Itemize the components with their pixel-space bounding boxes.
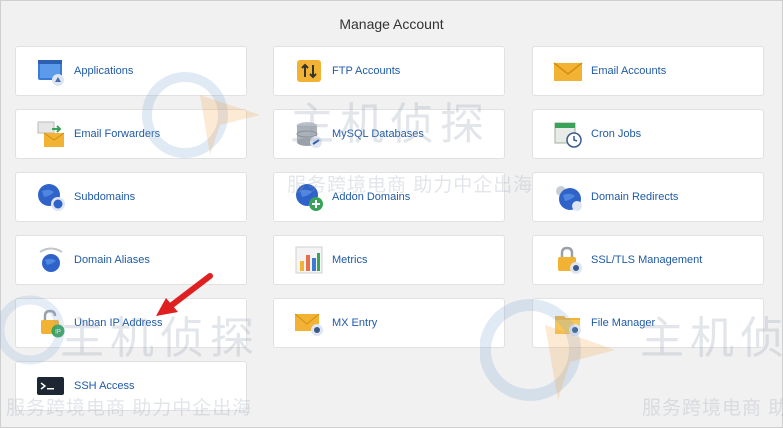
addon-domains-icon xyxy=(294,182,324,212)
subdomains-icon xyxy=(36,182,66,212)
tile-metrics[interactable]: Metrics xyxy=(273,235,505,285)
tile-file-manager[interactable]: File Manager xyxy=(532,298,764,348)
tile-label: SSH Access xyxy=(74,380,135,392)
file-manager-icon xyxy=(553,308,583,338)
tile-label: FTP Accounts xyxy=(332,65,401,77)
tile-subdomains[interactable]: Subdomains xyxy=(15,172,247,222)
ssl-tls-icon xyxy=(553,245,583,275)
tile-label: Cron Jobs xyxy=(591,128,642,140)
tile-ftp-accounts[interactable]: FTP Accounts xyxy=(273,46,505,96)
mysql-databases-icon xyxy=(294,119,324,149)
mx-entry-icon xyxy=(294,308,324,338)
ftp-accounts-icon xyxy=(294,56,324,86)
tile-label: Subdomains xyxy=(74,191,136,203)
domain-aliases-icon xyxy=(36,245,66,275)
tile-mx-entry[interactable]: MX Entry xyxy=(273,298,505,348)
metrics-icon xyxy=(294,245,324,275)
applications-icon xyxy=(36,56,66,86)
page-title: Manage Account xyxy=(339,16,444,32)
manage-account-panel: Manage Account Applications FTP Accounts… xyxy=(0,0,783,428)
tile-mysql-databases[interactable]: MySQL Databases xyxy=(273,109,505,159)
email-accounts-icon xyxy=(553,56,583,86)
tile-label: Email Accounts xyxy=(591,65,667,77)
tile-label: SSL/TLS Management xyxy=(591,254,703,266)
tile-applications[interactable]: Applications xyxy=(15,46,247,96)
tile-email-forwarders[interactable]: Email Forwarders xyxy=(15,109,247,159)
tile-label: File Manager xyxy=(591,317,656,329)
tile-email-accounts[interactable]: Email Accounts xyxy=(532,46,764,96)
cron-jobs-icon xyxy=(553,119,583,149)
tile-label: Domain Redirects xyxy=(591,191,679,203)
domain-redirects-icon xyxy=(553,182,583,212)
tile-label: MX Entry xyxy=(332,317,378,329)
tile-label: Addon Domains xyxy=(332,191,411,203)
tile-label: Domain Aliases xyxy=(74,254,150,266)
tile-ssl-tls-management[interactable]: SSL/TLS Management xyxy=(532,235,764,285)
tile-cron-jobs[interactable]: Cron Jobs xyxy=(532,109,764,159)
tile-domain-redirects[interactable]: Domain Redirects xyxy=(532,172,764,222)
unban-ip-icon: IP xyxy=(36,308,66,338)
tile-label: MySQL Databases xyxy=(332,128,424,140)
email-forwarders-icon xyxy=(36,119,66,149)
svg-text:IP: IP xyxy=(55,330,61,336)
ssh-access-icon xyxy=(36,371,66,401)
tile-label: Email Forwarders xyxy=(74,128,161,140)
tile-addon-domains[interactable]: Addon Domains xyxy=(273,172,505,222)
tile-ssh-access[interactable]: SSH Access xyxy=(15,361,247,411)
red-arrow-annotation xyxy=(156,273,213,316)
tile-label: Metrics xyxy=(332,254,368,266)
tile-label: Applications xyxy=(74,65,134,77)
